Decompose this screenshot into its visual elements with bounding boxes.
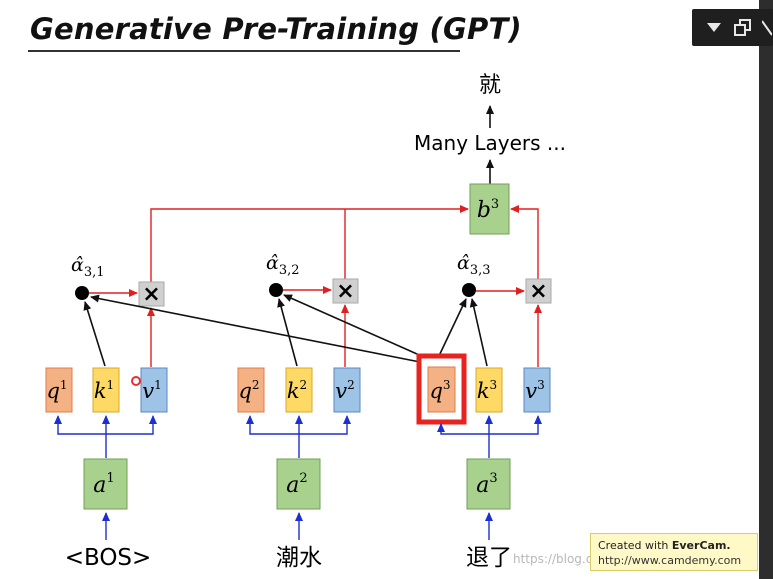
attention-score-label-2: α̂3,2 <box>266 252 300 278</box>
key-to-score-2 <box>277 298 298 367</box>
input-branch-3-v <box>489 415 542 435</box>
input-branch-2-v <box>299 415 351 435</box>
key-to-score-3 <box>469 298 488 367</box>
query-to-score-3 <box>437 298 467 359</box>
cursor-dot <box>131 376 141 386</box>
attention-score-label-3: α̂3,3 <box>457 252 491 278</box>
input-token-2: 潮水 <box>276 545 322 571</box>
input-branch-1-v <box>106 415 157 435</box>
input-token-3: 退了 <box>466 545 512 571</box>
output-token: 就 <box>479 73 501 98</box>
evercam-brand: EverCam. <box>671 539 731 552</box>
key-to-score-1 <box>83 301 106 367</box>
many-layers-label: Many Layers ... <box>414 131 566 155</box>
attention-score-label-1: α̂3,1 <box>71 254 105 280</box>
sum-line-right <box>510 205 539 280</box>
input-token-1: <BOS> <box>65 545 152 571</box>
input-branch-1 <box>54 415 107 458</box>
attention-score-dot-3 <box>462 283 476 297</box>
attention-score-dot-1 <box>75 286 89 300</box>
attention-score-dot-2 <box>269 283 283 297</box>
attention-diagram: 就 Many Layers ... b3 α̂3,1 α̂3,2 α̂3,3 ×… <box>45 73 566 571</box>
evercam-url: http://www.camdemy.com <box>598 554 742 567</box>
multiply-symbol-2: × <box>336 279 354 304</box>
multiply-symbol-3: × <box>529 279 547 304</box>
input-branch-2 <box>246 415 300 458</box>
evercam-credit: Created with EverCam. <box>598 539 731 552</box>
query-to-score-1 <box>90 294 421 363</box>
sum-line-left <box>150 205 469 284</box>
evercam-badge: Created with EverCam. http://www.camdemy… <box>590 533 758 571</box>
multiply-symbol-1: × <box>142 282 160 307</box>
input-branch-3 <box>437 423 490 458</box>
